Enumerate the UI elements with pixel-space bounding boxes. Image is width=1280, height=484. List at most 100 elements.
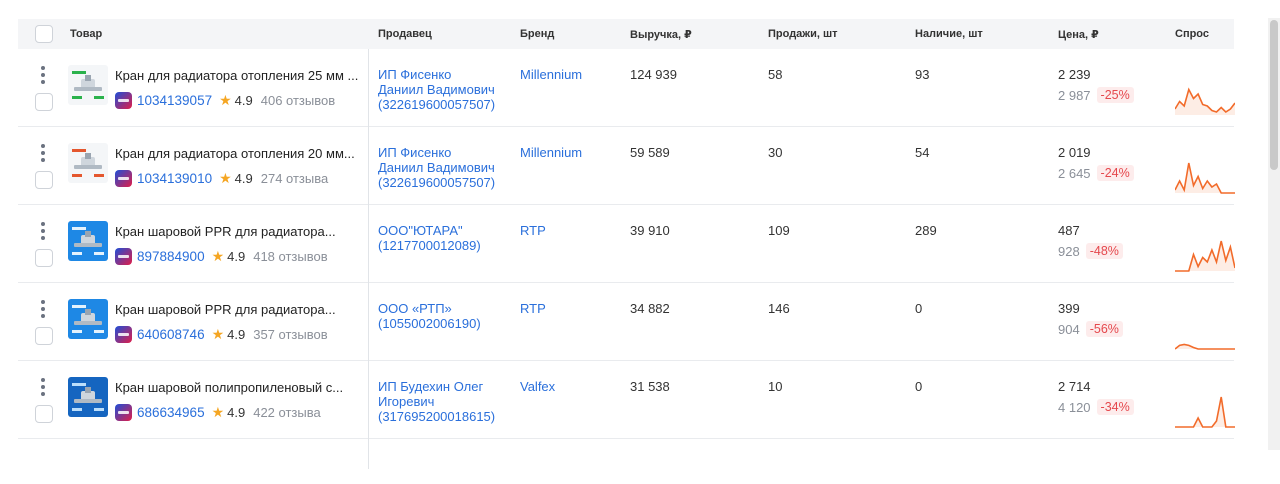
product-id-link[interactable]: 1034139057 [137, 93, 212, 108]
scrollbar-thumb[interactable] [1270, 20, 1278, 170]
brand-link[interactable]: RTP [520, 223, 546, 238]
product-thumbnail[interactable] [68, 221, 108, 261]
table-header: Товар Продавец Бренд Выручка, ₽ Продажи,… [18, 19, 1234, 49]
product-reviews: 422 отзыва [253, 404, 321, 420]
product-id-link[interactable]: 686634965 [137, 405, 205, 420]
sparkline-area [1175, 241, 1235, 271]
price-value: 399 [1058, 301, 1080, 316]
header-sales[interactable]: Продажи, шт [768, 28, 838, 40]
product-thumbnail[interactable] [68, 65, 108, 105]
discount-badge: -25% [1096, 87, 1134, 103]
seller-link[interactable]: ИП Будехин Олег Игоревич (317695200018615) [378, 379, 495, 424]
row-menu-icon[interactable] [40, 66, 46, 84]
sales-value: 30 [768, 145, 783, 160]
brand-link[interactable]: RTP [520, 301, 546, 316]
header-demand[interactable]: Спрос [1175, 28, 1209, 40]
header-revenue[interactable]: Выручка, ₽ [630, 28, 692, 41]
product-title[interactable]: Кран для радиатора отопления 20 мм... [115, 146, 365, 161]
price-value: 2 239 [1058, 67, 1091, 82]
table-row[interactable]: Кран для радиатора отопления 20 мм... 10… [18, 127, 1235, 205]
seller-line: (1055002006190) [378, 316, 481, 331]
product-title[interactable]: Кран шаровой PPR для радиатора... [115, 224, 365, 239]
row-menu-icon[interactable] [40, 144, 46, 162]
old-price-block: 2 987 -25% [1058, 87, 1134, 103]
vertical-scrollbar[interactable] [1268, 18, 1280, 450]
brand-link[interactable]: Millennium [520, 67, 582, 82]
marketplace-logo-icon [115, 247, 132, 265]
discount-badge: -56% [1085, 321, 1123, 337]
demand-sparkline[interactable] [1175, 305, 1235, 351]
seller-line: Игоревич [378, 394, 435, 409]
product-id-link[interactable]: 640608746 [137, 327, 205, 342]
product-rating: 4.9 [227, 326, 246, 342]
sales-value: 146 [768, 301, 790, 316]
product-meta: 640608746 ★ 4.9 357 отзывов [115, 325, 328, 343]
stock-value: 289 [915, 223, 937, 238]
table-row[interactable]: Кран шаровой PPR для радиатора... 897884… [18, 205, 1235, 283]
table-row[interactable]: Кран шаровой PPR для радиатора... 640608… [18, 283, 1235, 361]
header-price[interactable]: Цена, ₽ [1058, 28, 1099, 41]
old-price-block: 928 -48% [1058, 243, 1123, 259]
brand-link[interactable]: Millennium [520, 145, 582, 160]
row-checkbox[interactable] [35, 171, 53, 189]
star-icon: ★ [219, 91, 232, 108]
product-id-link[interactable]: 1034139010 [137, 171, 212, 186]
stock-value: 54 [915, 145, 930, 160]
row-checkbox[interactable] [35, 93, 53, 111]
demand-sparkline[interactable] [1175, 149, 1235, 195]
marketplace-logo-icon [115, 169, 132, 187]
old-price: 928 [1058, 243, 1080, 259]
select-all-checkbox[interactable] [35, 25, 53, 43]
product-thumbnail[interactable] [68, 377, 108, 417]
seller-line: (322619600057507) [378, 97, 496, 112]
star-icon: ★ [219, 169, 232, 186]
seller-link[interactable]: ИП Фисенко Даниил Вадимович (3226196000575… [378, 145, 495, 190]
seller-line: (1217700012089) [378, 238, 481, 253]
product-title[interactable]: Кран шаровой полипропиленовый с... [115, 380, 365, 395]
row-checkbox[interactable] [35, 249, 53, 267]
seller-line: ООО"ЮТАРА" [378, 223, 463, 238]
product-meta: 897884900 ★ 4.9 418 отзывов [115, 247, 328, 265]
row-checkbox[interactable] [35, 405, 53, 423]
table-row[interactable]: Кран шаровой полипропиленовый с... 68663… [18, 361, 1235, 439]
stock-value: 0 [915, 379, 923, 394]
row-menu-icon[interactable] [40, 378, 46, 396]
revenue-value: 31 538 [630, 379, 670, 394]
discount-badge: -48% [1085, 243, 1123, 259]
header-seller[interactable]: Продавец [378, 28, 432, 40]
discount-badge: -24% [1096, 165, 1134, 181]
row-menu-icon[interactable] [40, 222, 46, 240]
product-thumbnail[interactable] [68, 299, 108, 339]
seller-link[interactable]: ООО"ЮТАРА" (1217700012089) [378, 223, 481, 253]
product-rating: 4.9 [234, 170, 253, 186]
row-checkbox[interactable] [35, 327, 53, 345]
header-product[interactable]: Товар [70, 28, 102, 40]
marketplace-logo-icon [115, 91, 132, 109]
row-menu-icon[interactable] [40, 300, 46, 318]
seller-line: ИП Фисенко [378, 67, 452, 82]
product-title[interactable]: Кран для радиатора отопления 25 мм ... [115, 68, 365, 83]
products-table: Товар Продавец Бренд Выручка, ₽ Продажи,… [18, 19, 1235, 469]
demand-sparkline[interactable] [1175, 383, 1235, 429]
product-meta: 1034139057 ★ 4.9 406 отзывов [115, 91, 335, 109]
seller-line: ИП Фисенко [378, 145, 452, 160]
table-body: Кран для радиатора отопления 25 мм ... 1… [18, 49, 1235, 439]
product-title[interactable]: Кран шаровой PPR для радиатора... [115, 302, 365, 317]
old-price-block: 904 -56% [1058, 321, 1123, 337]
product-rating: 4.9 [227, 404, 246, 420]
demand-sparkline[interactable] [1175, 71, 1235, 117]
old-price: 904 [1058, 321, 1080, 337]
demand-sparkline[interactable] [1175, 227, 1235, 273]
header-stock[interactable]: Наличие, шт [915, 28, 983, 40]
column-divider [368, 49, 369, 469]
seller-link[interactable]: ИП Фисенко Даниил Вадимович (3226196000575… [378, 67, 495, 112]
seller-line: (317695200018615) [378, 409, 496, 424]
product-id-link[interactable]: 897884900 [137, 249, 205, 264]
product-thumbnail[interactable] [68, 143, 108, 183]
product-reviews: 274 отзыва [260, 170, 329, 186]
old-price: 2 987 [1058, 87, 1091, 103]
seller-link[interactable]: ООО «РТП» (1055002006190) [378, 301, 481, 331]
table-row[interactable]: Кран для радиатора отопления 25 мм ... 1… [18, 49, 1235, 127]
header-brand[interactable]: Бренд [520, 28, 554, 40]
brand-link[interactable]: Valfex [520, 379, 555, 394]
